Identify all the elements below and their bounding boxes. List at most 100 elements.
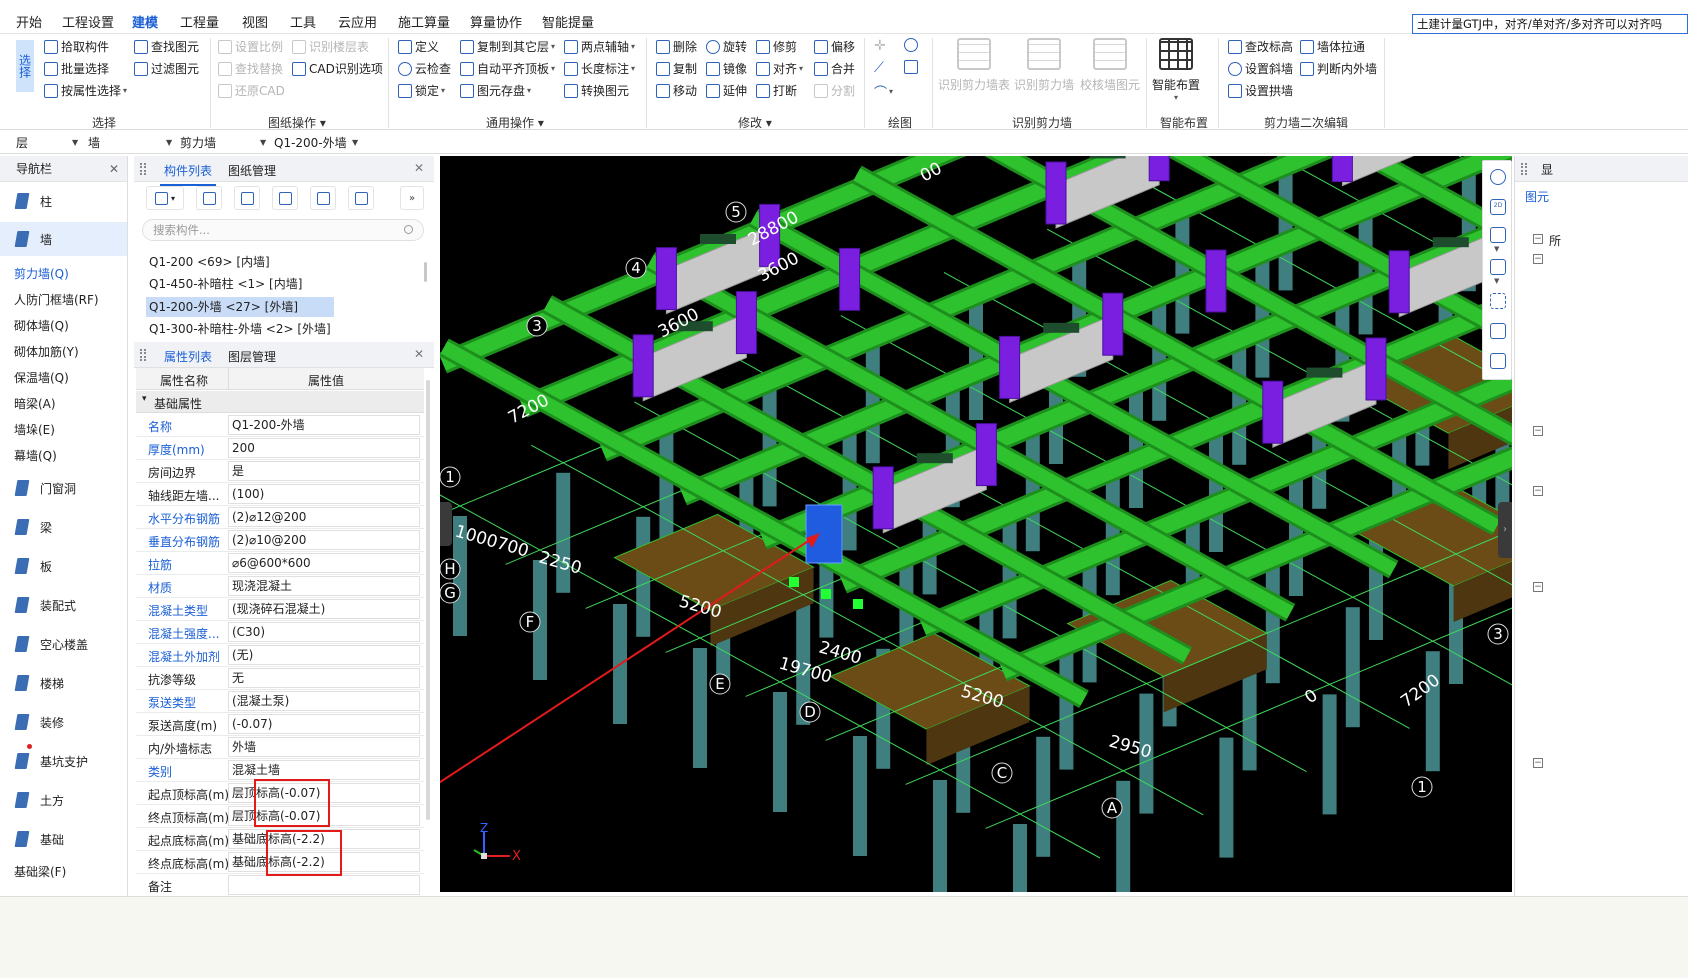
save-component-button[interactable] <box>310 186 336 210</box>
nav-item-masonry-rebar[interactable]: 砌体加筋(Y) <box>0 343 127 360</box>
property-row[interactable]: 房间边界 是 <box>136 460 424 483</box>
component-list-item[interactable]: Q1-450-补暗柱 <1> [内墙] <box>146 274 302 294</box>
help-search-input[interactable]: 土建计量GTJ中，对齐/单对齐/多对齐可以对齐吗 <box>1412 14 1688 34</box>
property-row[interactable]: 拉筋 ⌀6@600*600 <box>136 552 424 575</box>
menu-construction[interactable]: 施工算量 <box>398 12 450 31</box>
length-mark-button[interactable]: 长度标注 ▾ <box>564 60 635 77</box>
extract-component-button[interactable] <box>348 186 374 210</box>
offset-button[interactable]: 偏移 <box>814 38 855 55</box>
batch-select-button[interactable]: 批量选择 <box>44 60 109 77</box>
layer-copy-button[interactable] <box>272 186 298 210</box>
property-row[interactable]: 备注 <box>136 874 424 897</box>
menu-collab[interactable]: 算量协作 <box>470 12 522 31</box>
nav-item-civil-defense-wall[interactable]: 人防门框墙(RF) <box>0 291 127 308</box>
nav-category-hollow-floor[interactable]: 空心楼盖 <box>0 634 127 654</box>
component-list-item[interactable]: Q1-200 <69> [内墙] <box>146 252 270 272</box>
nav-item-wall-buttress[interactable]: 墙垛(E) <box>0 421 127 438</box>
collapse-icon[interactable]: − <box>1533 234 1543 244</box>
property-row[interactable]: 名称 Q1-200-外墙 <box>136 414 424 437</box>
draw-point-button[interactable]: ✛ <box>874 38 886 54</box>
lock-button[interactable]: 锁定 ▾ <box>398 82 445 99</box>
copy-button[interactable]: 复制 <box>656 60 697 77</box>
close-icon[interactable]: ✕ <box>109 156 119 182</box>
trim-button[interactable]: 修剪 <box>756 38 797 55</box>
property-row[interactable]: 混凝土强度... (C30) <box>136 621 424 644</box>
property-value-field[interactable] <box>228 875 420 895</box>
nav-category-decoration[interactable]: 装修 <box>0 712 127 732</box>
two-point-axis-button[interactable]: 两点辅轴 ▾ <box>564 38 635 55</box>
chevron-down-icon[interactable]: ▼ <box>1494 245 1499 253</box>
split-button[interactable]: 分割 <box>814 82 855 99</box>
nav-category-prefab[interactable]: 装配式 <box>0 595 127 615</box>
cloud-check-button[interactable]: 云检查 <box>398 60 451 77</box>
nav-item-masonry-wall[interactable]: 砌体墙(Q) <box>0 317 127 334</box>
detect-wall-button[interactable]: 识别剪力墙 <box>1014 38 1074 93</box>
rotate-button[interactable]: 旋转 <box>706 38 747 55</box>
restore-cad-button[interactable]: 还原CAD <box>218 82 285 99</box>
property-row[interactable]: 垂直分布钢筋 (2)⌀10@200 <box>136 529 424 552</box>
set-slope-wall-button[interactable]: 设置斜墙 <box>1228 60 1293 77</box>
nav-item-hidden-beam[interactable]: 暗梁(A) <box>0 395 127 412</box>
collapse-icon[interactable]: − <box>1533 758 1543 768</box>
define-button[interactable]: 定义 <box>398 38 439 55</box>
set-arch-wall-button[interactable]: 设置拱墙 <box>1228 82 1293 99</box>
viewport-left-handle[interactable] <box>440 502 452 546</box>
select-big-button[interactable]: 选择 <box>16 40 34 92</box>
property-value-field[interactable]: Q1-200-外墙 <box>228 415 420 435</box>
delete-component-button[interactable] <box>234 186 260 210</box>
property-row[interactable]: 轴线距左墙... (100) <box>136 483 424 506</box>
collapse-icon[interactable]: − <box>1533 486 1543 496</box>
nav-item-foundation-beam[interactable]: 基础梁(F) <box>0 863 127 880</box>
pick-component-button[interactable]: 拾取构件 <box>44 38 109 55</box>
draw-arc-button[interactable]: ⌒ ▾ <box>874 82 893 101</box>
draw-rect-button[interactable] <box>904 60 921 74</box>
nav-item-insulation-wall[interactable]: 保温墙(Q) <box>0 369 127 386</box>
collapse-icon[interactable]: − <box>1533 254 1543 264</box>
3d-viewport[interactable]: 5 4 3 1 H G F E D C A 1 3 28800 3600 3600 7200 1000700 225… <box>440 156 1512 892</box>
fullscreen-icon[interactable] <box>1490 293 1506 309</box>
component-list-item[interactable]: Q1-300-补暗柱-外墙 <2> [外墙] <box>146 319 331 339</box>
nav-item-curtain-wall[interactable]: 幕墙(Q) <box>0 447 127 464</box>
draw-circle-button[interactable] <box>904 38 921 52</box>
element-subtype-select[interactable]: 剪力墙 ▼ <box>180 134 266 151</box>
nav-item-shear-wall[interactable]: 剪力墙(Q) <box>0 265 127 282</box>
property-value-field[interactable]: 无 <box>228 668 420 688</box>
select-by-attr-button[interactable]: 按属性选择 ▾ <box>44 82 127 99</box>
property-row[interactable]: 水平分布钢筋 (2)⌀12@200 <box>136 506 424 529</box>
set-scale-button[interactable]: 设置比例 <box>218 38 283 55</box>
property-value-field[interactable]: 现浇混凝土 <box>228 576 420 596</box>
chevron-down-icon[interactable]: ▼ <box>1494 277 1499 285</box>
nav-category-wall[interactable]: 墙 <box>0 222 127 256</box>
collapse-icon[interactable]: ▾ <box>142 394 147 404</box>
find-element-button[interactable]: 查找图元 <box>134 38 199 55</box>
tab-component-list[interactable]: 构件列表 <box>159 162 217 186</box>
verify-wall-button[interactable]: 校核墙图元 <box>1080 38 1140 93</box>
nav-category-beam[interactable]: 梁 <box>0 517 127 537</box>
collapse-icon[interactable]: − <box>1533 426 1543 436</box>
nav-category-slab[interactable]: 板 <box>0 556 127 576</box>
property-value-field[interactable]: (2)⌀12@200 <box>228 507 420 527</box>
report-icon[interactable] <box>1490 353 1506 369</box>
property-value-field[interactable]: 200 <box>228 438 420 458</box>
property-value-field[interactable]: ⌀6@600*600 <box>228 553 420 573</box>
floor-select[interactable]: 层 ▼ <box>16 134 78 151</box>
menu-tools[interactable]: 工具 <box>290 12 316 31</box>
filter-element-button[interactable]: 过滤图元 <box>134 60 199 77</box>
property-scrollbar[interactable] <box>426 380 430 820</box>
smart-layout-button[interactable]: 智能布置 ▾ <box>1152 38 1200 102</box>
component-select[interactable]: Q1-200-外墙 ▼ <box>274 134 358 151</box>
nav-category-earthwork[interactable]: 土方 <box>0 790 127 810</box>
extend-button[interactable]: 延伸 <box>706 82 747 99</box>
property-row[interactable]: 抗渗等级 无 <box>136 667 424 690</box>
property-row[interactable]: 内/外墙标志 外墙 <box>136 736 424 759</box>
selected-wall[interactable] <box>805 504 843 564</box>
property-row[interactable]: 材质 现浇混凝土 <box>136 575 424 598</box>
menu-view[interactable]: 视图 <box>242 12 268 31</box>
nav-category-opening[interactable]: 门窗洞 <box>0 478 127 498</box>
property-row[interactable]: 厚度(mm) 200 <box>136 437 424 460</box>
element-type-select[interactable]: 墙 ▼ <box>88 134 172 151</box>
close-icon[interactable]: ✕ <box>414 347 424 361</box>
orbit-icon[interactable] <box>1490 169 1506 185</box>
property-value-field[interactable]: 外墙 <box>228 737 420 757</box>
property-value-field[interactable]: (混凝土泵) <box>228 691 420 711</box>
